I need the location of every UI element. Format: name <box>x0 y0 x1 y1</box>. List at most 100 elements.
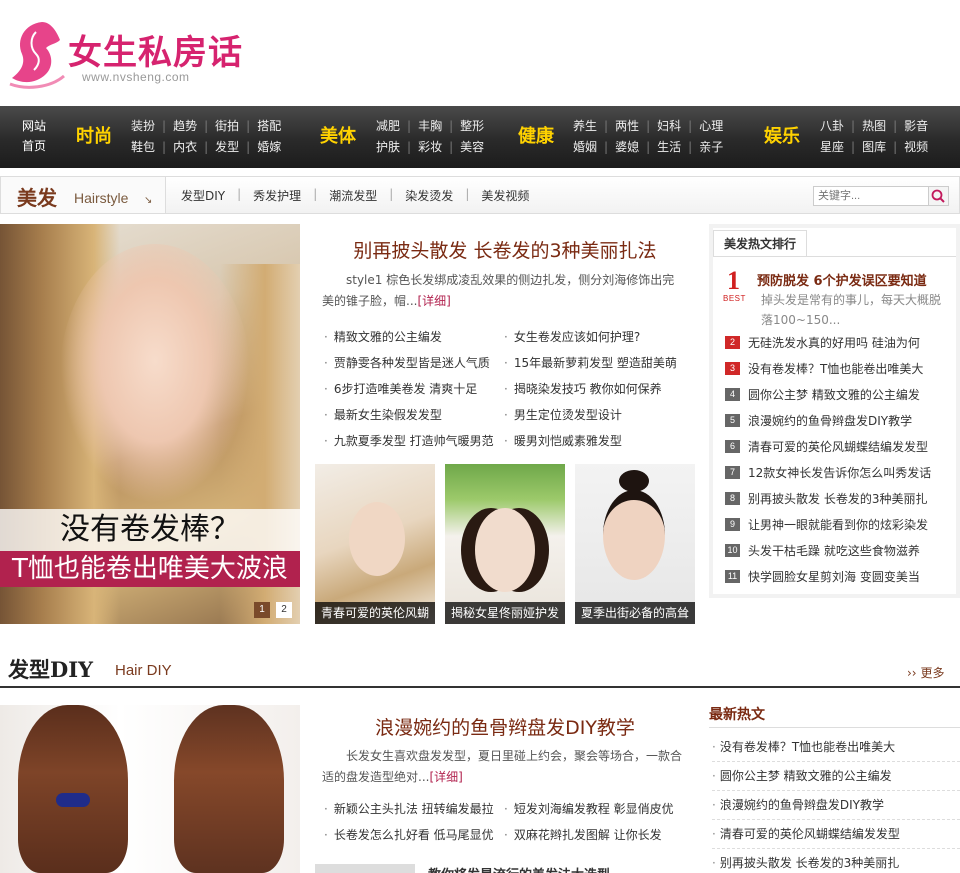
slide-dot-1[interactable]: 1 <box>254 602 270 618</box>
list-item[interactable]: · 15年最新萝莉发型 塑造甜美萌 <box>504 350 677 376</box>
nav-link[interactable]: 婚嫁 <box>257 137 281 158</box>
thumb-face-shape <box>475 508 535 592</box>
nav-link[interactable]: 养生 <box>573 116 597 137</box>
headline-title[interactable]: 别再披头散发 长卷发的3种美丽扎法 <box>315 236 695 263</box>
list-item[interactable]: · 暖男刘恺威素雅发型 <box>504 428 677 454</box>
hot-ranking-tab[interactable]: 美发热文排行 <box>713 230 808 256</box>
nav-link[interactable]: 丰胸 <box>418 116 442 137</box>
latest-item[interactable]: · 圆你公主梦 精致文雅的公主编发 <box>712 762 960 791</box>
rank-item[interactable]: 2 无硅洗发水真的好用吗 硅油为何 <box>725 332 920 352</box>
headline-more-link[interactable]: [详细] <box>417 294 450 308</box>
search-button[interactable] <box>929 186 949 206</box>
section-feature-image[interactable] <box>0 705 300 873</box>
nav-link[interactable]: 影音 <box>904 116 928 137</box>
list-item[interactable]: · 女生卷发应该如何护理? <box>504 324 677 350</box>
rank-item[interactable]: 7 12款女神长发告诉你怎么叫秀发话 <box>725 462 931 482</box>
nav-link[interactable]: 图库 <box>862 137 886 158</box>
nav-cat-fashion[interactable]: 时尚 <box>76 122 112 148</box>
slide-dot-2[interactable]: 2 <box>276 602 292 618</box>
nav-link[interactable]: 彩妆 <box>418 137 442 158</box>
nav-cat-health[interactable]: 健康 <box>518 122 554 148</box>
nav-link[interactable]: 搭配 <box>257 116 281 137</box>
nav-link[interactable]: 护肤 <box>376 137 400 158</box>
nav-link[interactable]: 视频 <box>904 137 928 158</box>
nav-link[interactable]: 热图 <box>862 116 886 137</box>
list-item[interactable]: · 6步打造唯美卷发 清爽十足 <box>324 376 494 402</box>
latest-item[interactable]: · 没有卷发棒？T恤也能卷出唯美大 <box>712 733 960 762</box>
section-teaser-title[interactable]: 教你将发是流行的美发法大选型 <box>428 864 610 873</box>
section-headline-title[interactable]: 浪漫婉约的鱼骨辫盘发DIY教学 <box>315 713 695 740</box>
rank-item[interactable]: 4 圆你公主梦 精致文雅的公主编发 <box>725 384 920 404</box>
channel-link[interactable]: 发型DIY <box>181 187 225 204</box>
nav-link[interactable]: 发型 <box>215 137 239 158</box>
nav-link[interactable]: 妇科 <box>657 116 681 137</box>
page: 女生私房话 www.nvsheng.com 网站 首页 时尚 装扮 | 趋势 | 街… <box>0 0 960 873</box>
thumb-card[interactable]: 夏季出街必备的高耸 <box>575 464 695 624</box>
nav-link[interactable]: 趋势 <box>173 116 197 137</box>
nav-cat-entertainment[interactable]: 娱乐 <box>764 122 800 148</box>
channel-title-box[interactable]: 美发 Hairstyle ↘ <box>1 177 166 213</box>
nav-link[interactable]: 星座 <box>820 137 844 158</box>
list-item[interactable]: · 贾静雯各种发型皆是迷人气质 <box>324 350 494 376</box>
list-item[interactable]: · 揭晓染发技巧 教你如何保养 <box>504 376 677 402</box>
nav-home-link[interactable]: 网站 首页 <box>14 116 54 156</box>
nav-cat-body[interactable]: 美体 <box>320 122 356 148</box>
logo-text[interactable]: 女生私房话 <box>68 25 243 74</box>
rank-item[interactable]: 6 清春可爱的英伦风蝴蝶结编发发型 <box>725 436 928 456</box>
list-item[interactable]: · 男生定位烫发型设计 <box>504 402 677 428</box>
list-item[interactable]: · 最新女生染假发发型 <box>324 402 494 428</box>
channel-link[interactable]: 秀发护理 <box>253 187 301 204</box>
list-item[interactable]: · 长卷发怎么扎好看 低马尾显优 <box>324 822 494 848</box>
nav-link[interactable]: 亲子 <box>699 137 723 158</box>
rank-item[interactable]: 3 没有卷发棒？T恤也能卷出唯美大 <box>725 358 923 378</box>
section-title[interactable]: 发型DIY <box>8 654 93 684</box>
logo-woman-silhouette-icon[interactable] <box>6 18 66 90</box>
latest-item[interactable]: · 清春可爱的英伦风蝴蝶结编发发型 <box>712 820 960 849</box>
search-input[interactable] <box>813 186 929 206</box>
list-item[interactable]: · 精致文雅的公主编发 <box>324 324 494 350</box>
hero-caption-line2[interactable]: T恤也能卷出唯美大波浪 <box>0 551 300 587</box>
rank-item[interactable]: 5 浪漫婉约的鱼骨辫盘发DIY教学 <box>725 410 912 430</box>
latest-item[interactable]: · 浪漫婉约的鱼骨辫盘发DIY教学 <box>712 791 960 820</box>
channel-link[interactable]: 潮流发型 <box>329 187 377 204</box>
thumb-card[interactable]: 青春可爱的英伦风蝴 <box>315 464 435 624</box>
nav-link[interactable]: 两性 <box>615 116 639 137</box>
best-article-title[interactable]: 预防脱发 6个护发误区要知道 <box>757 270 927 289</box>
rank-item[interactable]: 10 头发干枯毛躁 就吃这些食物滋养 <box>725 540 920 560</box>
list-item[interactable]: · 新颖公主头扎法 扭转编发最拉 <box>324 796 494 822</box>
nav-link[interactable]: 八卦 <box>820 116 844 137</box>
channel-link[interactable]: 美发视频 <box>481 187 529 204</box>
channel-link[interactable]: 染发烫发 <box>405 187 453 204</box>
nav-links-entertainment: 八卦 | 热图 | 影音 星座 | 图库 | 视频 <box>820 116 928 158</box>
latest-item[interactable]: · 别再披头散发 长卷发的3种美丽扎 <box>712 849 960 873</box>
nav-link[interactable]: 婚姻 <box>573 137 597 158</box>
list-item[interactable]: · 短发刘海编发教程 彰显俏皮优 <box>504 796 674 822</box>
nav-link[interactable]: 减肥 <box>376 116 400 137</box>
nav-link[interactable]: 心理 <box>699 116 723 137</box>
section-thumb-image[interactable] <box>315 864 415 873</box>
nav-link[interactable]: 街拍 <box>215 116 239 137</box>
nav-home-line1: 网站 <box>21 119 46 133</box>
section-divider <box>0 686 960 688</box>
rank-item[interactable]: 9 让男神一眼就能看到你的炫彩染发 <box>725 514 928 534</box>
thumb-card[interactable]: 揭秘女星佟丽娅护发 <box>445 464 565 624</box>
section-more-link[interactable]: [详细] <box>429 770 462 784</box>
best-rank-label: BEST <box>723 294 746 303</box>
nav-link[interactable]: 内衣 <box>173 137 197 158</box>
nav-link[interactable]: 鞋包 <box>131 137 155 158</box>
thumb-face-shape <box>603 490 665 580</box>
nav-link[interactable]: 美容 <box>460 137 484 158</box>
hero-caption-line1[interactable]: 没有卷发棒？ <box>0 509 300 551</box>
rank-item[interactable]: 11 快学圆脸女星剪刘海 变圆变美当 <box>725 566 920 586</box>
rank-item[interactable]: 8 别再披头散发 长卷发的3种美丽扎 <box>725 488 927 508</box>
nav-link[interactable]: 生活 <box>657 137 681 158</box>
nav-link[interactable]: 婆媳 <box>615 137 639 158</box>
list-item[interactable]: · 双麻花辫扎发图解 让你长发 <box>504 822 674 848</box>
braid-shape <box>174 705 284 873</box>
nav-link[interactable]: 装扮 <box>131 116 155 137</box>
more-link[interactable]: ›› 更多 <box>907 664 944 681</box>
section-subtitle: Hair DIY <box>115 662 172 679</box>
list-item[interactable]: · 九款夏季发型 打造帅气暖男范 <box>324 428 494 454</box>
section-list-left: · 新颖公主头扎法 扭转编发最拉 · 长卷发怎么扎好看 低马尾显优 <box>324 796 494 848</box>
nav-link[interactable]: 整形 <box>460 116 484 137</box>
